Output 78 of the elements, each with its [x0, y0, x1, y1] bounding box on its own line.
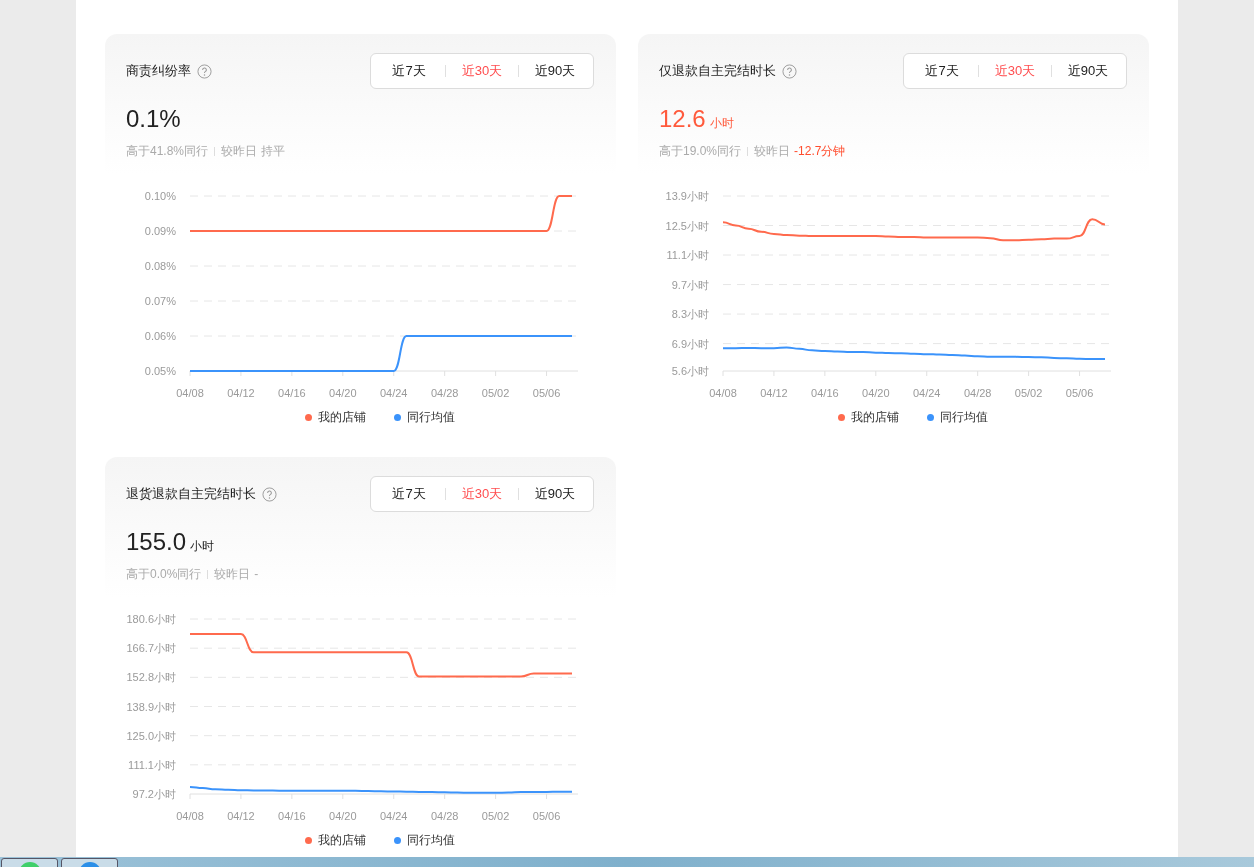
- axis-label: 111.1小时: [128, 758, 176, 771]
- compare-text: 高于19.0%同行: [659, 143, 742, 160]
- range-tab[interactable]: 近90天: [519, 484, 591, 504]
- axis-label: 0.07%: [144, 295, 176, 307]
- axis-label: 04/20: [862, 387, 890, 399]
- axis-label: 05/06: [1065, 387, 1094, 399]
- metric-value: 12.6: [659, 104, 706, 134]
- chart-title: 仅退款自主完结时长: [659, 62, 776, 81]
- help-icon[interactable]: [197, 63, 212, 79]
- range-tab[interactable]: 近90天: [519, 61, 591, 81]
- axis-label: 11.1小时: [666, 249, 709, 262]
- day-change: -12.7分钟: [794, 143, 846, 160]
- axis-label: 0.06%: [144, 330, 176, 342]
- axis-label: 04/08: [176, 387, 204, 399]
- range-tab[interactable]: 近7天: [906, 61, 978, 81]
- axis-label: 9.7小时: [671, 278, 709, 291]
- axis-label: 04/24: [379, 810, 408, 822]
- axis-label: 04/16: [811, 387, 839, 399]
- axis-label: 152.8小时: [126, 671, 176, 684]
- axis-label: 0.05%: [144, 365, 176, 377]
- axis-label: 04/20: [329, 387, 357, 399]
- axis-label: 04/28: [430, 387, 459, 399]
- axis-label: 6.9小时: [671, 337, 709, 350]
- axis-label: 5.6小时: [671, 365, 709, 377]
- day-change: 持平: [261, 143, 286, 160]
- axis-label: 04/12: [760, 387, 788, 399]
- compare-text: 高于41.8%同行: [126, 143, 209, 160]
- day-label: 较昨日: [214, 566, 251, 583]
- axis-label: 04/12: [227, 810, 255, 822]
- compare-text: 高于0.0%同行: [126, 566, 202, 583]
- axis-label: 12.5小时: [665, 219, 709, 232]
- axis-label: 8.3小时: [671, 308, 709, 321]
- axis-label: 166.7小时: [126, 642, 176, 655]
- taskbar-button[interactable]: [1, 858, 58, 867]
- range-tab[interactable]: 近90天: [1052, 61, 1124, 81]
- taskbar-button[interactable]: [61, 858, 118, 867]
- legend-label: 同行均值: [407, 409, 455, 426]
- axis-label: 04/08: [176, 810, 204, 822]
- legend-label: 同行均值: [940, 409, 988, 426]
- axis-label: 04/08: [709, 387, 737, 399]
- day-change: -: [254, 566, 259, 583]
- chart-title: 商责纠纷率: [126, 62, 191, 81]
- axis-label: 04/24: [912, 387, 941, 399]
- metric-unit: 小时: [190, 538, 215, 555]
- axis-label: 05/06: [532, 387, 561, 399]
- axis-label: 0.10%: [144, 190, 176, 202]
- axis-label: 04/16: [278, 387, 306, 399]
- axis-label: 04/20: [329, 810, 357, 822]
- range-tab[interactable]: 近7天: [373, 484, 445, 504]
- axis-label: 04/28: [430, 810, 459, 822]
- axis-label: 13.9小时: [665, 190, 709, 202]
- axis-label: 97.2小时: [132, 788, 176, 800]
- help-icon[interactable]: [262, 486, 277, 502]
- axis-label: 05/02: [481, 387, 510, 399]
- axis-label: 05/02: [481, 810, 510, 822]
- legend-label: 我的店铺: [318, 409, 366, 426]
- day-label: 较昨日: [754, 143, 791, 160]
- help-icon[interactable]: [782, 63, 797, 79]
- legend-label: 我的店铺: [318, 832, 366, 849]
- axis-label: 180.6小时: [126, 613, 176, 625]
- axis-label: 04/16: [278, 810, 306, 822]
- axis-label: 05/06: [532, 810, 561, 822]
- axis-label: 0.08%: [144, 260, 176, 272]
- axis-label: 04/24: [379, 387, 408, 399]
- legend-label: 我的店铺: [851, 409, 899, 426]
- metric-unit: 小时: [709, 115, 734, 132]
- legend-label: 同行均值: [407, 832, 455, 849]
- chart-title: 退货退款自主完结时长: [126, 485, 256, 504]
- axis-label: 04/12: [227, 387, 255, 399]
- day-label: 较昨日: [221, 143, 258, 160]
- axis-label: 04/28: [963, 387, 992, 399]
- axis-label: 05/02: [1014, 387, 1043, 399]
- axis-label: 125.0小时: [126, 729, 176, 742]
- range-tab[interactable]: 近7天: [373, 61, 445, 81]
- axis-label: 0.09%: [144, 225, 176, 237]
- metric-value: 155.0: [126, 527, 187, 557]
- metric-value: 0.1%: [126, 104, 181, 134]
- axis-label: 138.9小时: [126, 700, 176, 713]
